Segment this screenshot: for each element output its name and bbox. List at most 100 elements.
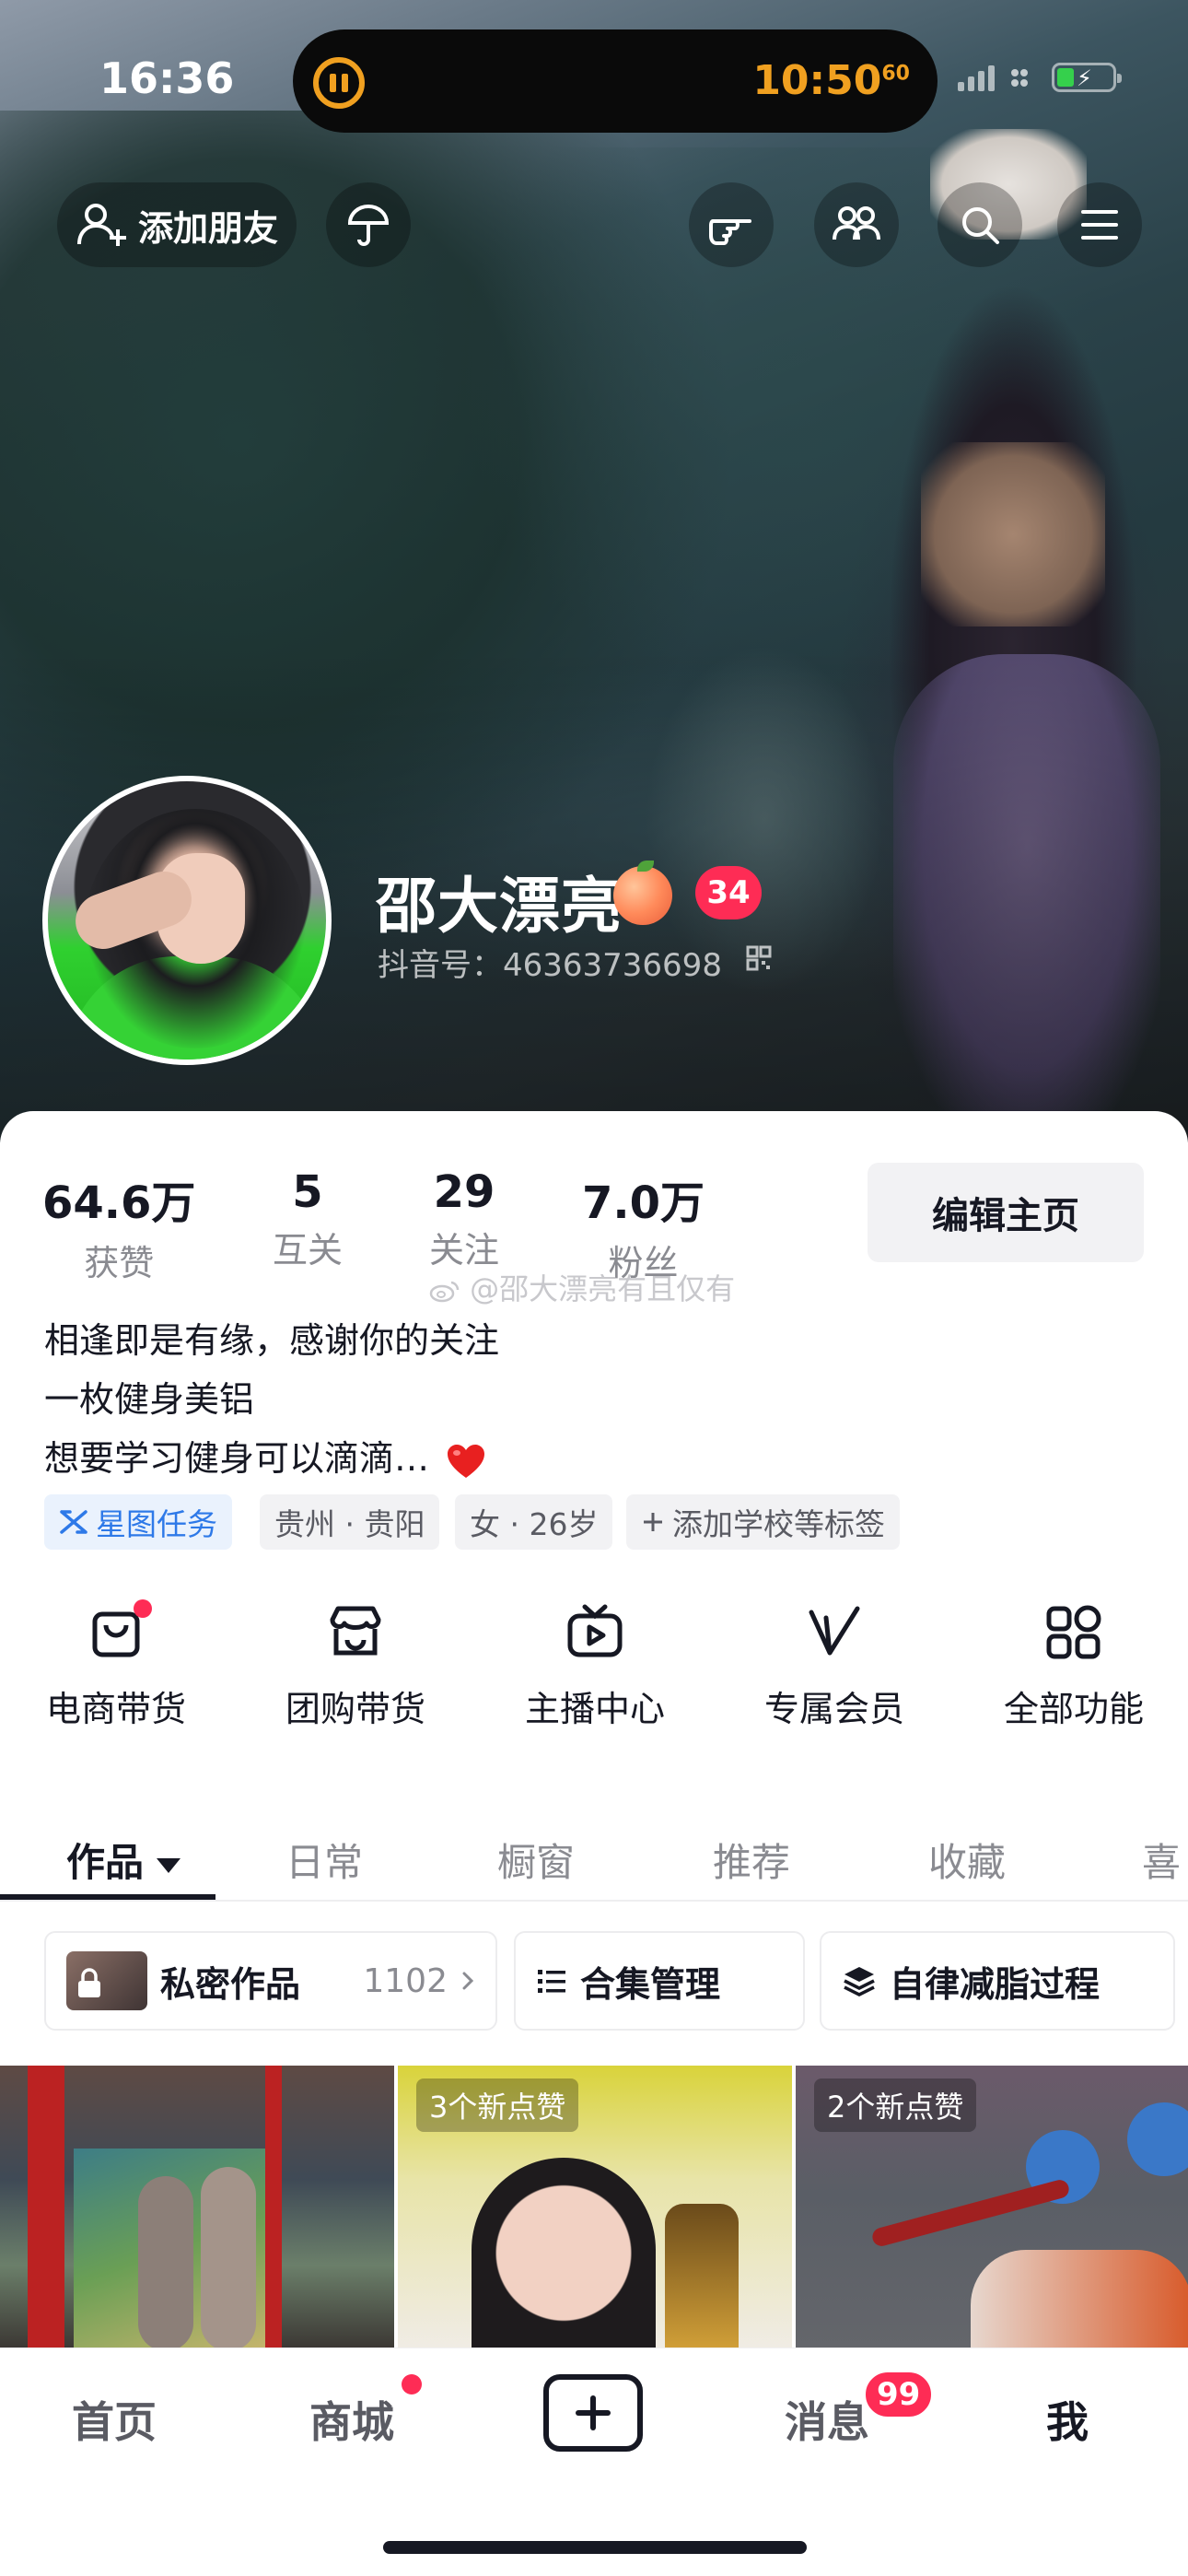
caret-down-icon[interactable] bbox=[157, 1857, 181, 1873]
pause-icon[interactable] bbox=[313, 57, 365, 109]
chip-label: 自律减脂过程 bbox=[890, 1963, 1101, 2005]
tag-label: 贵州 · 贵阳 bbox=[274, 1506, 425, 1542]
video-scene bbox=[265, 2066, 282, 2351]
private-thumbnail bbox=[66, 1951, 147, 2010]
home-indicator[interactable] bbox=[383, 2541, 807, 2554]
bio-line: 想要学习健身可以滴滴… bbox=[44, 1438, 430, 1479]
stat-value: 5 bbox=[292, 1166, 323, 1218]
island-timer: 10:5060 bbox=[752, 57, 910, 104]
stat-value: 7.0万 bbox=[582, 1177, 705, 1229]
peach-emoji-icon bbox=[613, 861, 672, 925]
private-works-chip[interactable]: 私密作品 1102 bbox=[44, 1931, 497, 2031]
xingtu-icon bbox=[60, 1510, 87, 1534]
battery-icon: ⚡ bbox=[1052, 63, 1122, 92]
friends-button[interactable] bbox=[814, 182, 899, 267]
func-label: 电商带货 bbox=[45, 1689, 186, 1729]
stat-likes[interactable]: 64.6万 获赞 bbox=[42, 1166, 195, 1285]
video-scene bbox=[28, 2066, 64, 2351]
island-timer-main: 10:50 bbox=[752, 57, 882, 104]
plus-icon bbox=[644, 1513, 662, 1531]
tab-favorites[interactable]: 收藏 bbox=[928, 1832, 1006, 1888]
inbox-badge: 99 bbox=[862, 2369, 936, 2420]
cover-skin bbox=[921, 442, 1105, 626]
tag-xingtu[interactable]: 星图任务 bbox=[44, 1494, 232, 1550]
add-friend-button[interactable]: 添加朋友 bbox=[57, 182, 297, 267]
tab-divider bbox=[0, 1900, 1188, 1902]
func-label: 全部功能 bbox=[1003, 1689, 1144, 1729]
tag-location[interactable]: 贵州 · 贵阳 bbox=[260, 1494, 440, 1550]
func-all[interactable]: 全部功能 bbox=[982, 1599, 1166, 1731]
tab-liked[interactable]: 喜 bbox=[1142, 1832, 1181, 1888]
tab-recommend[interactable]: 推荐 bbox=[713, 1832, 790, 1888]
gesture-button[interactable] bbox=[689, 182, 774, 267]
bio-line: 相逢即是有缘，感谢你的关注 bbox=[44, 1320, 500, 1361]
notification-dot bbox=[402, 2374, 422, 2395]
stat-label: 互关 bbox=[273, 1230, 344, 1270]
lock-icon bbox=[78, 1968, 100, 1997]
douyin-id[interactable]: 抖音号：46363736698 bbox=[378, 940, 722, 985]
func-label: 主播中心 bbox=[524, 1689, 665, 1729]
layers-icon bbox=[844, 1967, 875, 1996]
tab-works[interactable]: 作品 bbox=[66, 1832, 181, 1888]
avatar[interactable] bbox=[42, 776, 332, 1065]
chip-label: 合集管理 bbox=[580, 1963, 721, 2005]
tab-label: 作品 bbox=[66, 1840, 145, 1885]
nav-me[interactable]: 我 bbox=[1046, 2389, 1089, 2450]
status-time: 16:36 bbox=[99, 53, 235, 103]
pointing-hand-icon bbox=[709, 219, 751, 245]
shopping-bag-icon bbox=[84, 1599, 152, 1664]
heart-emoji-icon bbox=[448, 1444, 485, 1478]
nav-inbox[interactable]: 消息 bbox=[785, 2389, 869, 2450]
func-anchor-center[interactable]: 主播中心 bbox=[503, 1599, 687, 1731]
plus-icon bbox=[576, 2395, 611, 2430]
level-badge[interactable]: 34 bbox=[695, 866, 762, 919]
island-timer-seconds: 60 bbox=[881, 62, 910, 86]
tag-label: 添加学校等标签 bbox=[672, 1506, 885, 1542]
video-thumbnail[interactable]: 3个新点赞 bbox=[398, 2066, 792, 2351]
dynamic-island[interactable]: 10:5060 bbox=[293, 29, 938, 133]
video-thumbnail[interactable] bbox=[0, 2066, 394, 2351]
func-ecommerce[interactable]: 电商带货 bbox=[24, 1599, 208, 1731]
weibo-watermark: @邵大漂亮有且仅有 bbox=[429, 1266, 735, 1308]
tag-gender-age[interactable]: 女 · 26岁 bbox=[455, 1494, 613, 1550]
video-scene bbox=[472, 2158, 656, 2351]
func-member[interactable]: 专属会员 bbox=[742, 1599, 926, 1731]
stat-label: 关注 bbox=[429, 1230, 500, 1270]
video-thumbnail[interactable]: 2个新点赞 bbox=[796, 2066, 1188, 2351]
new-likes-badge: 3个新点赞 bbox=[416, 2078, 579, 2132]
v-member-icon bbox=[802, 1599, 867, 1664]
tab-showcase[interactable]: 橱窗 bbox=[497, 1832, 575, 1888]
func-group-buy[interactable]: 团购带货 bbox=[263, 1599, 448, 1731]
nav-home[interactable]: 首页 bbox=[72, 2389, 157, 2450]
tag-label: 星图任务 bbox=[96, 1506, 217, 1542]
video-scene bbox=[1127, 2102, 1188, 2176]
tag-add-school[interactable]: 添加学校等标签 bbox=[626, 1494, 900, 1550]
edit-profile-button[interactable]: 编辑主页 bbox=[868, 1163, 1144, 1262]
umbrella-icon bbox=[347, 205, 390, 246]
chip-label: 私密作品 bbox=[160, 1963, 301, 2005]
search-button[interactable] bbox=[938, 182, 1022, 267]
video-scene bbox=[870, 2177, 1071, 2249]
add-person-icon bbox=[76, 204, 126, 246]
wifi-icon bbox=[1009, 65, 1037, 89]
stat-mutual[interactable]: 5 互关 bbox=[273, 1166, 343, 1272]
store-icon bbox=[323, 1599, 388, 1664]
menu-button[interactable] bbox=[1057, 182, 1142, 267]
create-button[interactable] bbox=[543, 2374, 643, 2452]
stat-value: 64.6万 bbox=[42, 1177, 196, 1229]
status-icons: ⚡ bbox=[958, 59, 1122, 96]
video-scene bbox=[665, 2204, 739, 2351]
nav-mall[interactable]: 商城 bbox=[309, 2389, 394, 2450]
grid-icon bbox=[1042, 1599, 1106, 1664]
search-icon bbox=[962, 207, 999, 244]
chevron-right-icon bbox=[462, 1972, 474, 1990]
hamburger-icon bbox=[1081, 210, 1118, 240]
umbrella-button[interactable] bbox=[326, 182, 411, 267]
func-label: 团购带货 bbox=[285, 1689, 425, 1729]
collection-manage-chip[interactable]: 合集管理 bbox=[514, 1931, 805, 2031]
fat-loss-playlist-chip[interactable]: 自律减脂过程 bbox=[820, 1931, 1175, 2031]
qr-code-icon[interactable] bbox=[746, 945, 772, 971]
tab-daily[interactable]: 日常 bbox=[285, 1832, 363, 1888]
stat-following[interactable]: 29 关注 bbox=[429, 1166, 499, 1272]
cellular-signal-icon bbox=[958, 64, 995, 91]
